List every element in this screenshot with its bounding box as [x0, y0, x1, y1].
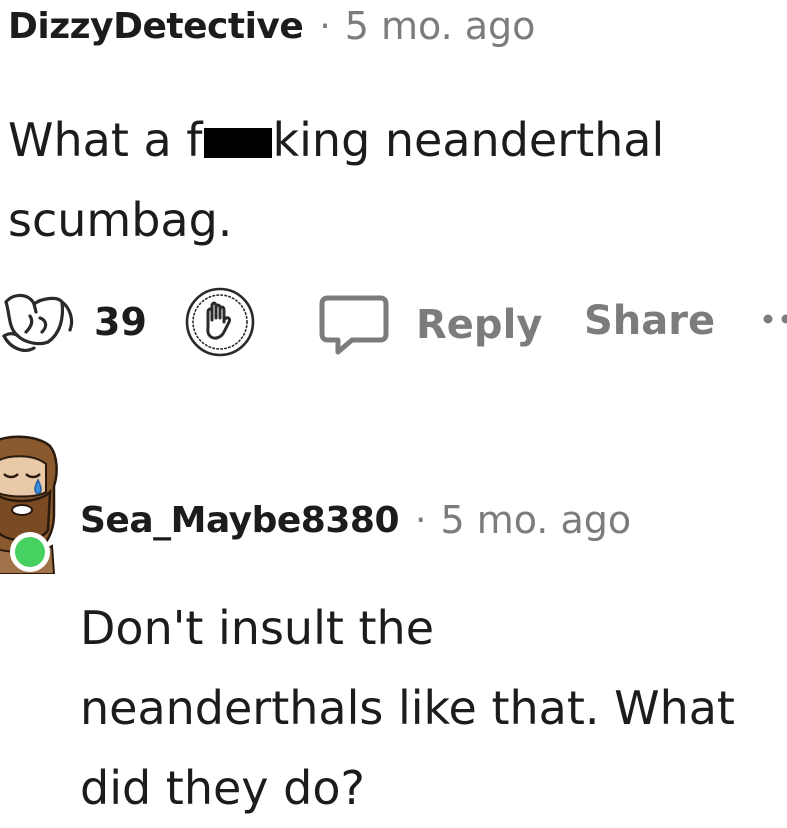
comment-body-line-1-end: king neanderthal	[273, 113, 665, 167]
reply-label: Reply	[416, 302, 542, 348]
vote-count: 39	[94, 300, 147, 344]
raised-hand-icon[interactable]	[174, 286, 264, 358]
speech-bubble-icon	[318, 292, 390, 358]
reply-username[interactable]: Sea_Maybe8380	[80, 500, 399, 541]
online-status-indicator	[10, 532, 50, 572]
comment-body-line-1-start: What a f	[8, 113, 203, 167]
reply-button[interactable]: Reply	[318, 294, 542, 356]
comment-body-line-2: scumbag.	[8, 180, 768, 260]
avatar-container[interactable]	[0, 434, 66, 584]
reply-body: Don't insult the neanderthals like that.…	[80, 588, 780, 828]
censor-bar	[204, 128, 272, 158]
comment-meta: DizzyDetective · 5 mo. ago	[8, 4, 535, 48]
reply-meta: Sea_Maybe8380 · 5 mo. ago	[80, 496, 631, 544]
comment-body-line-1: What a f king neanderthal	[8, 100, 768, 180]
reply-timestamp[interactable]: 5 mo. ago	[440, 498, 631, 542]
comment-action-bar: 39 Reply Share	[0, 286, 787, 358]
comment-timestamp[interactable]: 5 mo. ago	[345, 4, 536, 48]
share-button[interactable]: Share	[584, 298, 715, 344]
reply-body-line-1: Don't insult the	[80, 588, 780, 668]
meta-separator: ·	[319, 6, 330, 47]
more-dots-icon[interactable]	[760, 304, 787, 334]
meta-separator: ·	[415, 500, 426, 541]
comment-username[interactable]: DizzyDetective	[8, 6, 303, 47]
awarding-icon[interactable]	[0, 288, 80, 358]
comment-body: What a f king neanderthal scumbag.	[8, 100, 768, 260]
reply-body-line-2: neanderthals like that. What	[80, 668, 780, 748]
reply-body-line-3: did they do?	[80, 748, 780, 828]
